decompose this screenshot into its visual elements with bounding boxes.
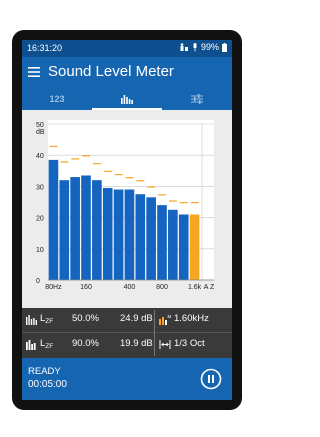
spectrum-bar (124, 189, 135, 280)
metric-label-2: LZF (40, 338, 53, 350)
y-tick-label: 50 (36, 122, 44, 129)
max-hold-marker (147, 186, 156, 188)
spectrum-bar (81, 175, 91, 280)
pause-icon[interactable] (200, 368, 222, 390)
footer-bar: READY 00:05:00 (22, 358, 232, 400)
info-divider-vertical (154, 310, 155, 356)
metric-sub-1: ZF (45, 318, 54, 325)
metric-label-1: LZF (40, 313, 53, 325)
microphone-icon (193, 42, 197, 51)
bandwidth: 1/3 Oct (174, 338, 205, 349)
level-2: 19.9 dB (120, 338, 153, 349)
app-bar: Sound Level Meter (22, 57, 232, 88)
max-hold-marker (49, 145, 58, 148)
spectrum-bar (92, 180, 102, 280)
x-tick-label: 400 (124, 284, 136, 291)
bandwidth-icon (159, 340, 171, 349)
spectrum-bar (178, 214, 189, 280)
x-tick-label: 80Hz (45, 284, 62, 291)
percentile-bars-filled-icon (26, 340, 36, 350)
y-tick-label: 20 (36, 216, 44, 223)
app-screen: 16:31:20 99% Sound Level Meter 123 0 10 … (22, 40, 232, 400)
spectrum-bar (157, 205, 167, 280)
spectrum-chart-area: 0 10 20 30 40 50 dB 80Hz 160 400 800 1.6k A Z (22, 110, 232, 308)
spectrum-bar (135, 194, 146, 280)
accessibility-icon (180, 42, 188, 51)
max-hold-marker (60, 161, 69, 163)
y-tick-label: 40 (36, 153, 44, 160)
x-tick-label: 160 (80, 284, 92, 291)
info-panel: LZF 50.0% 24.9 dB M 1.60kHz LZF 90.0% 19… (22, 308, 232, 358)
max-hold-marker (136, 180, 145, 182)
tab-settings[interactable] (162, 88, 232, 110)
y-unit-label: dB (36, 129, 45, 136)
spectrum-bar (102, 187, 113, 280)
level-1: 24.9 dB (120, 313, 153, 324)
percentile-bars-icon (26, 315, 37, 325)
tab-numeric-label: 123 (49, 94, 65, 104)
app-title: Sound Level Meter (48, 63, 174, 80)
max-hold-marker (103, 170, 112, 172)
max-hold-marker (158, 194, 167, 196)
x-tick-label-az: A Z (204, 284, 215, 291)
info-row-2: LZF 90.0% 19.9 dB 1/3 Oct (22, 333, 232, 357)
battery-percent: 99% (200, 42, 219, 52)
spectrum-chart: 0 10 20 30 40 50dB 80Hz 160 400 800 1.6k A Z (36, 120, 215, 291)
spectrum-bar (59, 180, 70, 280)
peak-frequency-icon: M (159, 314, 171, 325)
spectrum-bar (48, 159, 59, 280)
y-tick-label: 30 (36, 184, 44, 191)
footer-status: READY (28, 366, 61, 377)
y-tick-label: 10 (36, 247, 44, 254)
status-bar: 16:31:20 99% (22, 40, 232, 57)
tab-numeric[interactable]: 123 (22, 88, 92, 110)
svg-text:M: M (168, 314, 172, 319)
sliders-icon (191, 94, 203, 104)
status-time: 16:31:20 (27, 43, 63, 53)
metric-sub-2: ZF (45, 343, 54, 350)
status-icons: 99% (179, 42, 227, 52)
info-row-1: LZF 50.0% 24.9 dB M 1.60kHz (22, 308, 232, 332)
spectrum-bars-icon (121, 95, 133, 104)
spectrum-bar (146, 197, 156, 280)
max-hold-marker (125, 177, 134, 179)
hamburger-menu-icon[interactable] (27, 65, 41, 79)
battery-icon (222, 42, 227, 52)
spectrum-bar (168, 209, 178, 280)
y-tick-label: 0 (36, 278, 40, 285)
max-hold-marker (82, 155, 91, 157)
max-hold-marker (71, 158, 80, 160)
spectrum-bar (113, 189, 124, 280)
tab-bar: 123 (22, 88, 232, 110)
spectrum-bar (189, 214, 200, 280)
percentile-1: 50.0% (72, 313, 99, 324)
max-hold-marker (114, 173, 123, 176)
percentile-2: 90.0% (72, 338, 99, 349)
x-tick-label: 800 (156, 284, 168, 291)
max-hold-marker (169, 200, 177, 202)
tab-spectrum[interactable] (92, 88, 162, 110)
x-tick-label: 1.6k (188, 284, 202, 291)
peak-frequency: 1.60kHz (174, 313, 209, 324)
max-hold-marker (190, 202, 199, 204)
spectrum-bar (70, 177, 80, 280)
max-hold-marker (179, 202, 188, 204)
max-hold-marker (93, 163, 101, 165)
footer-elapsed: 00:05:00 (28, 379, 67, 390)
